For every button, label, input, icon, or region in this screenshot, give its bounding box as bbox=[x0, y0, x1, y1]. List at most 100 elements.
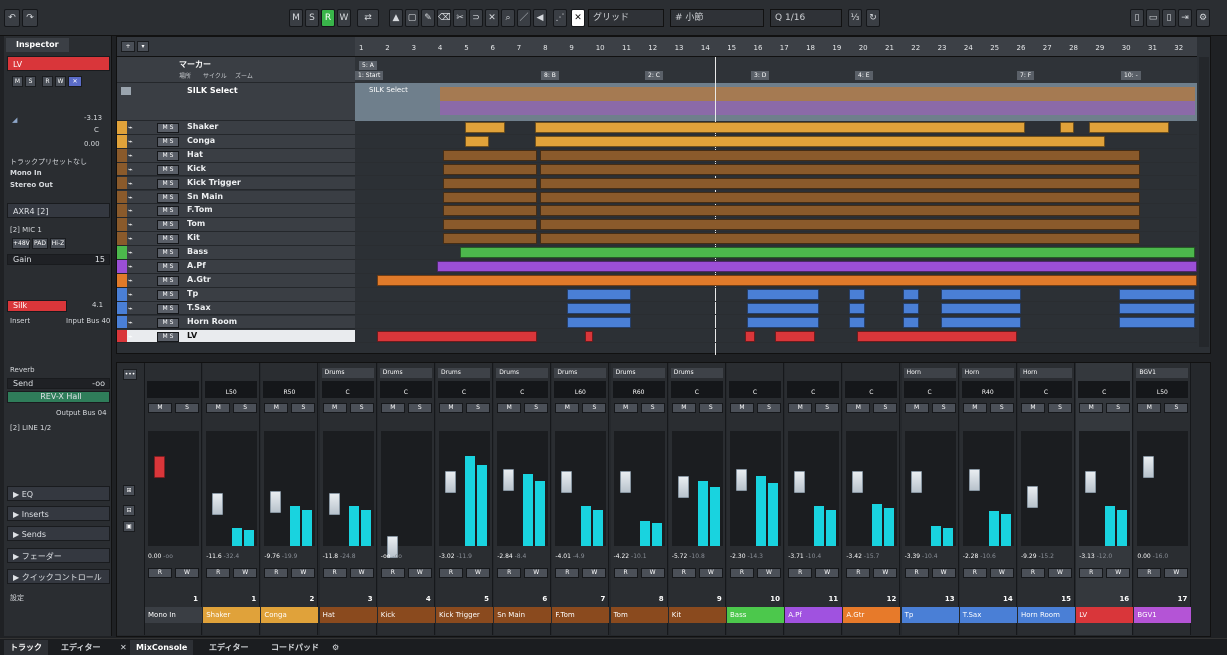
fader-track[interactable] bbox=[904, 431, 956, 546]
channel-solo-button[interactable]: S bbox=[1164, 403, 1189, 413]
layout-left-icon[interactable]: ▯ bbox=[1130, 9, 1144, 27]
channel-overview-icon[interactable]: ▣ bbox=[123, 521, 135, 532]
delay-value[interactable]: 0.00 bbox=[84, 140, 100, 148]
tab-editor-left[interactable]: エディター bbox=[55, 640, 106, 655]
audio-event[interactable] bbox=[585, 330, 593, 342]
channel-write-button[interactable]: W bbox=[407, 568, 432, 578]
channel-mute-button[interactable]: M bbox=[380, 403, 405, 413]
group-label[interactable]: BGV1 bbox=[1136, 368, 1189, 378]
audio-event[interactable] bbox=[903, 302, 919, 314]
track-header[interactable]: ⌁ M S Horn Room bbox=[117, 315, 355, 330]
fader-handle[interactable] bbox=[561, 471, 573, 493]
channel-name[interactable]: Kick bbox=[377, 607, 435, 623]
fader-handle[interactable] bbox=[1027, 486, 1038, 508]
audio-event[interactable] bbox=[535, 122, 1025, 133]
sends-section[interactable]: ▶ Sends bbox=[7, 526, 110, 541]
mute-solo-buttons[interactable]: M S bbox=[157, 220, 179, 231]
layout-right-icon[interactable]: ▯ bbox=[1162, 9, 1176, 27]
volume-readout[interactable]: -2.30 -14.3 bbox=[730, 553, 763, 560]
quantize-apply-icon[interactable]: ↻ bbox=[866, 9, 880, 27]
audio-event[interactable] bbox=[747, 288, 819, 300]
redo-button[interactable]: ↷ bbox=[22, 9, 38, 27]
pan-control[interactable]: C bbox=[845, 381, 898, 398]
gain-field[interactable]: Gain 15 bbox=[7, 254, 110, 265]
tab-chord-pads[interactable]: コードパッド bbox=[265, 640, 325, 655]
audio-event[interactable] bbox=[941, 302, 1021, 314]
volume-readout[interactable]: -3.42 -15.7 bbox=[846, 553, 879, 560]
group-label[interactable]: Horn bbox=[903, 368, 956, 378]
track-header[interactable]: ⌁ M S A.Gtr bbox=[117, 273, 355, 288]
channel-solo-button[interactable]: S bbox=[349, 403, 374, 413]
audio-event[interactable] bbox=[1119, 302, 1195, 314]
pan-control[interactable]: C bbox=[438, 381, 490, 398]
snap-on-icon[interactable]: ✕ bbox=[571, 9, 585, 27]
group-label[interactable]: Drums bbox=[554, 368, 607, 378]
split-tool-icon[interactable]: ✂ bbox=[453, 9, 467, 27]
channel-solo-button[interactable]: S bbox=[466, 403, 490, 413]
channel-name[interactable]: A.Pf bbox=[785, 607, 843, 623]
volume-readout[interactable]: -11.8 -24.8 bbox=[323, 553, 356, 560]
mix-menu-icon[interactable]: ••• bbox=[123, 369, 137, 380]
grid-type-select[interactable]: グリッド bbox=[588, 9, 664, 27]
silk-field[interactable]: Silk bbox=[7, 300, 67, 312]
channel-mute-button[interactable]: M bbox=[613, 403, 638, 413]
mute-button[interactable]: M bbox=[12, 76, 23, 87]
audio-event[interactable] bbox=[1119, 316, 1195, 328]
audio-event[interactable] bbox=[567, 302, 631, 314]
eq-section[interactable]: ▶ EQ bbox=[7, 486, 110, 501]
audio-event[interactable] bbox=[443, 191, 537, 203]
fader-track[interactable] bbox=[380, 431, 432, 558]
fader-handle[interactable] bbox=[328, 493, 340, 515]
input-routing[interactable]: Mono In bbox=[10, 169, 42, 177]
group-label[interactable]: Drums bbox=[670, 368, 723, 378]
pan-control[interactable]: C bbox=[903, 381, 956, 398]
marker[interactable]: 4: E bbox=[855, 71, 873, 80]
pan-control[interactable]: C bbox=[787, 381, 840, 398]
channel-write-button[interactable]: W bbox=[582, 568, 607, 578]
folder-part-2[interactable] bbox=[440, 101, 1195, 115]
inserts-section[interactable]: ▶ Inserts bbox=[7, 506, 110, 521]
mute-solo-buttons[interactable]: M S bbox=[157, 150, 179, 161]
channel-read-button[interactable]: R bbox=[613, 568, 638, 578]
fader-track[interactable] bbox=[1137, 431, 1189, 546]
track-header[interactable]: ⌁ M S T.Sax bbox=[117, 301, 355, 316]
channel-read-button[interactable]: R bbox=[206, 568, 231, 578]
audio-event[interactable] bbox=[460, 247, 1195, 259]
audio-event[interactable] bbox=[443, 149, 537, 161]
channel-read-button[interactable]: R bbox=[264, 568, 289, 578]
channel-mute-button[interactable]: M bbox=[497, 403, 522, 413]
channel-read-button[interactable]: R bbox=[788, 568, 813, 578]
rack-icon[interactable]: ⊞ bbox=[123, 485, 135, 496]
channel-solo-button[interactable]: S bbox=[524, 403, 549, 413]
audio-event[interactable] bbox=[941, 288, 1021, 300]
volume-readout[interactable]: -3.39 -10.4 bbox=[905, 553, 938, 560]
fader-handle[interactable] bbox=[1085, 471, 1097, 493]
marker[interactable]: 10: - bbox=[1121, 71, 1141, 80]
volume-readout[interactable]: -3.71 -10.4 bbox=[788, 553, 821, 560]
fader-handle[interactable] bbox=[852, 471, 864, 493]
track-header[interactable]: ⌁ M S Bass bbox=[117, 246, 355, 260]
track-header[interactable]: ⌁ M S LV bbox=[117, 329, 355, 344]
channel-read-button[interactable]: R bbox=[1021, 568, 1045, 578]
vertical-scrollbar[interactable] bbox=[1199, 57, 1209, 347]
audio-event[interactable] bbox=[941, 316, 1021, 328]
channel-write-button[interactable]: W bbox=[524, 568, 549, 578]
audio-event[interactable] bbox=[1119, 288, 1195, 300]
channel-write-button[interactable]: W bbox=[815, 568, 840, 578]
marker[interactable]: 8: B bbox=[541, 71, 559, 80]
folder-track[interactable]: SILK Select bbox=[117, 83, 355, 121]
audio-event[interactable] bbox=[465, 122, 505, 133]
mute-solo-buttons[interactable]: M S bbox=[157, 136, 179, 147]
volume-readout[interactable]: -oo -oo bbox=[381, 553, 402, 560]
volume-readout[interactable]: -3.13 -12.0 bbox=[1079, 553, 1112, 560]
silk-value[interactable]: 4.1 bbox=[92, 301, 103, 309]
audio-event[interactable] bbox=[849, 302, 865, 314]
group-label[interactable]: Horn bbox=[1020, 368, 1072, 378]
audio-event[interactable] bbox=[437, 261, 1197, 272]
group-label[interactable]: Horn bbox=[961, 368, 1014, 378]
channel-name[interactable]: Sn Main bbox=[494, 607, 552, 623]
volume-readout[interactable]: -9.76 -19.9 bbox=[264, 553, 297, 560]
channel-solo-button[interactable]: S bbox=[757, 403, 781, 413]
pan-control[interactable]: C bbox=[1020, 381, 1072, 398]
audio-event[interactable] bbox=[443, 219, 537, 231]
